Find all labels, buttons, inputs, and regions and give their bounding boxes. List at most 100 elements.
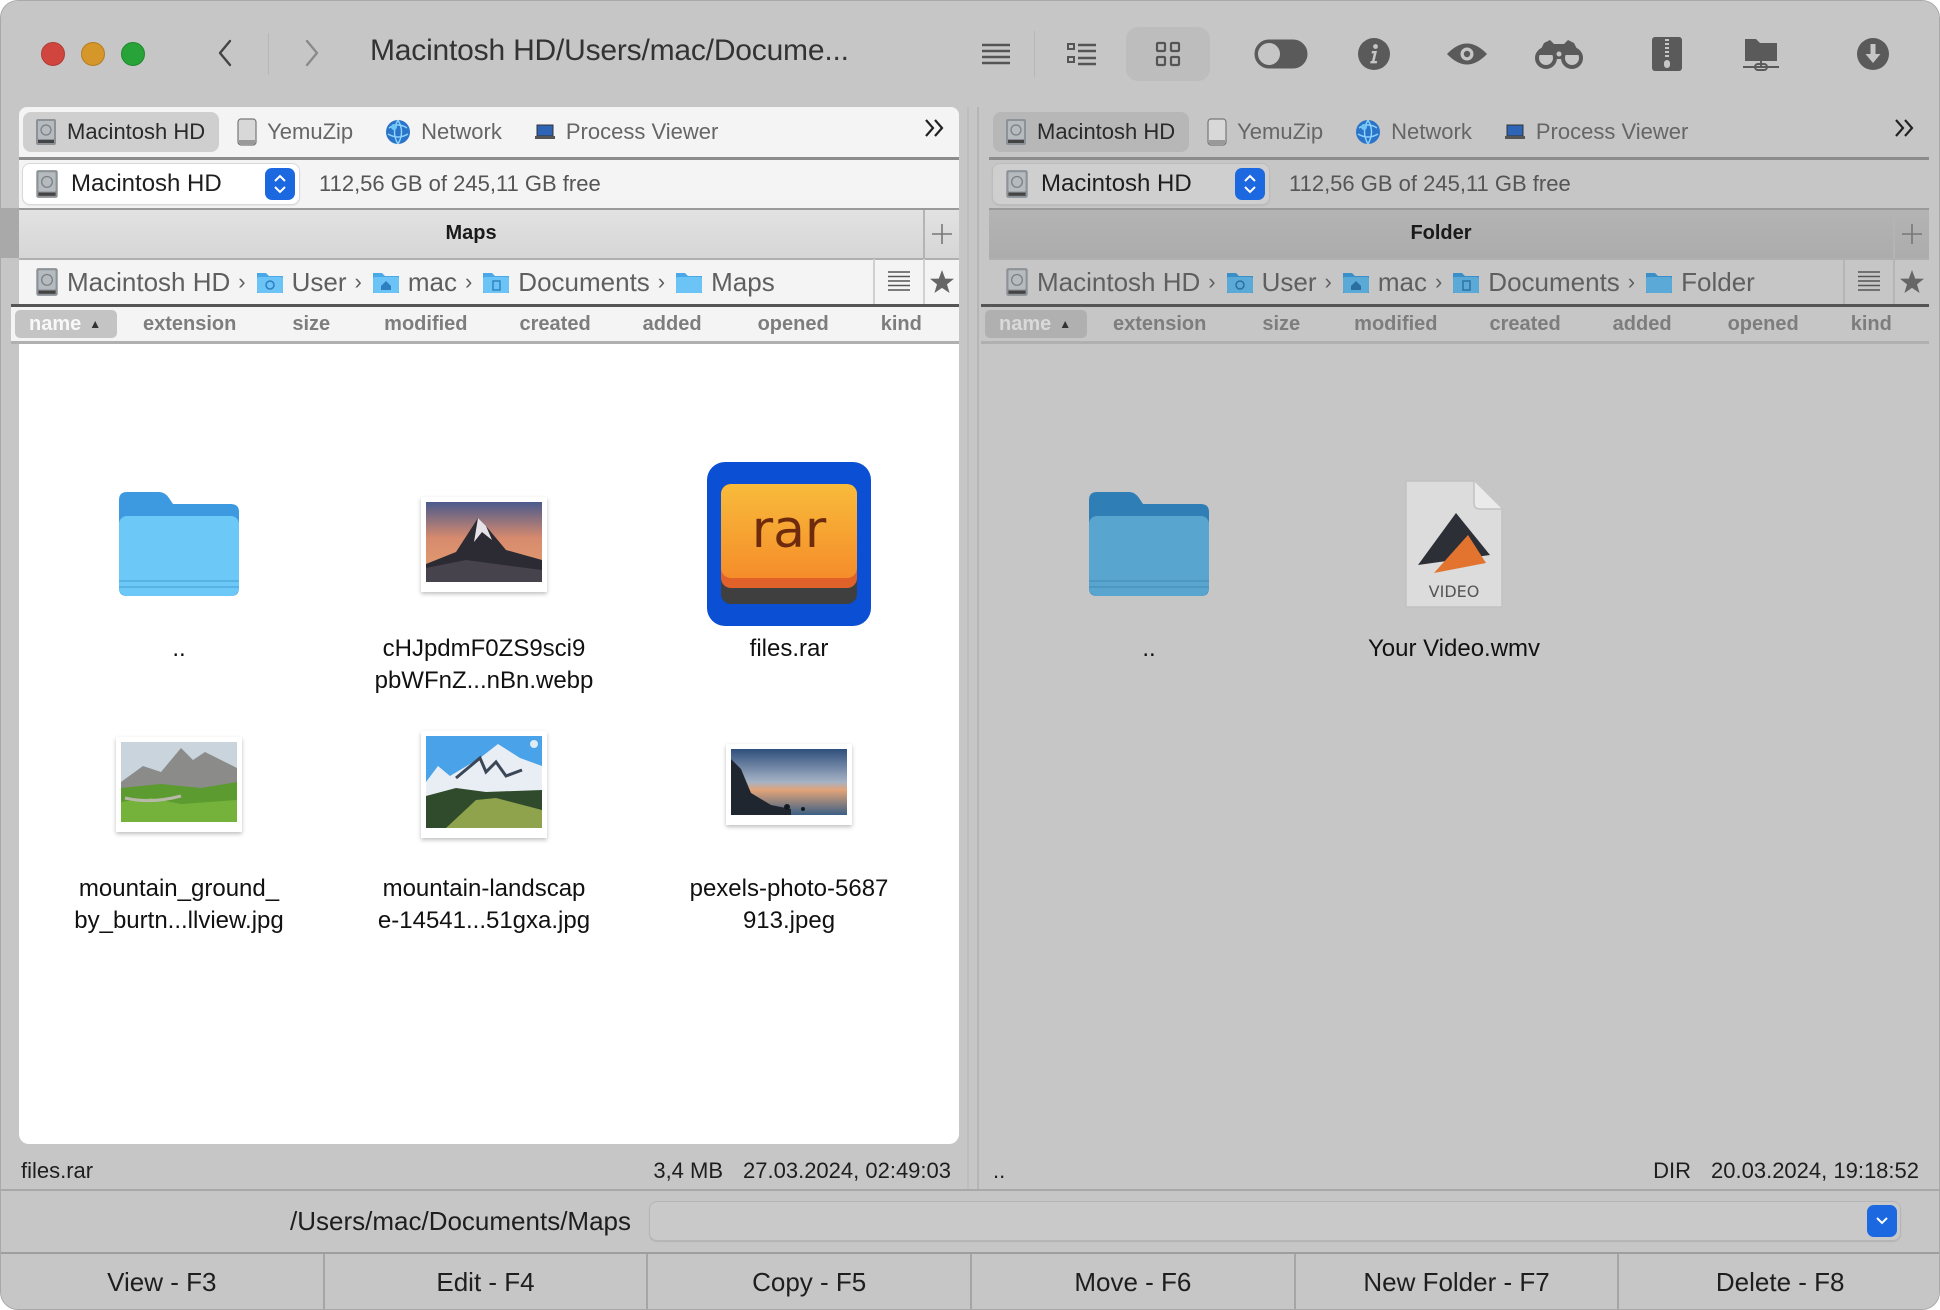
file-name-line: mountain-landscap <box>382 875 586 902</box>
column-extension[interactable]: extension <box>1113 313 1206 336</box>
file-item-jpeg[interactable]: pexels-photo-5687 913.jpeg <box>649 699 929 937</box>
free-space-label: 112,56 GB of 245,11 GB free <box>1289 171 1571 196</box>
delete-button[interactable]: Delete - F8 <box>1619 1254 1939 1309</box>
tab-process-viewer[interactable]: Process Viewer <box>522 112 732 152</box>
file-item-jpg[interactable]: mountain_ground_ by_burtn...llview.jpg <box>39 699 319 937</box>
column-added[interactable]: added <box>643 313 702 336</box>
breadcrumb-documents[interactable]: Documents <box>1452 267 1620 298</box>
column-extension[interactable]: extension <box>143 313 236 336</box>
column-name[interactable]: name ▲ <box>15 310 117 338</box>
breadcrumb-macintosh-hd[interactable]: Macintosh HD <box>35 267 230 298</box>
breadcrumb-label: Folder <box>1681 266 1755 297</box>
toggle-hidden-files-button[interactable] <box>1253 27 1309 81</box>
find-button[interactable] <box>1533 27 1585 81</box>
new-tab-button[interactable] <box>923 210 959 258</box>
drive-stepper[interactable] <box>1235 168 1265 200</box>
image-thumbnail <box>649 699 929 869</box>
file-name: cHJpdmF0ZS9sci9 pbWFnZ...nBn.webp <box>344 633 624 697</box>
column-label: name <box>29 312 82 335</box>
tab-label: Macintosh HD <box>1037 119 1176 144</box>
breadcrumb-mac[interactable]: mac <box>372 267 457 298</box>
history-button[interactable] <box>1843 259 1893 305</box>
tab-macintosh-hd[interactable]: Macintosh HD <box>993 112 1190 152</box>
tab-yemuzip[interactable]: YemuZip <box>1195 112 1337 152</box>
minimize-window-button[interactable] <box>81 42 105 66</box>
forward-button[interactable] <box>292 33 332 73</box>
column-added[interactable]: added <box>1613 313 1672 336</box>
column-kind[interactable]: kind <box>881 313 922 336</box>
left-column-header: name ▲ extension size modified created ad… <box>11 304 959 344</box>
archive-button[interactable] <box>1651 27 1683 81</box>
column-created[interactable]: created <box>520 313 591 336</box>
breadcrumb-label: Maps <box>711 266 775 297</box>
history-button[interactable] <box>873 259 923 305</box>
column-size[interactable]: size <box>292 313 330 336</box>
copy-button[interactable]: Copy - F5 <box>648 1254 973 1309</box>
edit-button[interactable]: Edit - F4 <box>324 1254 649 1309</box>
new-tab-button[interactable] <box>1893 210 1929 258</box>
column-modified[interactable]: modified <box>384 313 467 336</box>
command-history-dropdown[interactable] <box>1867 1205 1897 1237</box>
left-drive-bar: Macintosh HD 112,56 GB of 245,11 GB free <box>19 160 959 208</box>
favorites-button[interactable] <box>923 259 959 305</box>
column-name[interactable]: name ▲ <box>985 310 1087 338</box>
tab-yemuzip[interactable]: YemuZip <box>225 112 367 152</box>
more-tabs-button[interactable] <box>1893 115 1915 146</box>
breadcrumb-label: User <box>1261 266 1317 297</box>
breadcrumb-macintosh-hd[interactable]: Macintosh HD <box>1005 267 1200 298</box>
more-tabs-button[interactable] <box>923 115 945 146</box>
breadcrumb-separator: › <box>1434 269 1443 294</box>
breadcrumb-users[interactable]: User <box>1226 267 1317 298</box>
favorites-button[interactable] <box>1893 259 1929 305</box>
detailed-view-button[interactable] <box>1061 27 1103 81</box>
sort-ascending-icon: ▲ <box>1059 317 1072 331</box>
drive-selector[interactable]: Macintosh HD <box>993 164 1269 204</box>
file-item-rar-selected[interactable]: rar files.rar <box>649 459 929 665</box>
file-item-parent[interactable]: .. <box>1009 459 1289 665</box>
new-folder-button[interactable]: New Folder - F7 <box>1295 1254 1620 1309</box>
quick-look-button[interactable] <box>1444 27 1490 81</box>
file-item-webp[interactable]: cHJpdmF0ZS9sci9 pbWFnZ...nBn.webp <box>344 459 624 697</box>
view-button[interactable]: View - F3 <box>1 1254 325 1309</box>
column-modified[interactable]: modified <box>1354 313 1437 336</box>
back-button[interactable] <box>205 33 245 73</box>
documents-folder-icon <box>482 270 510 294</box>
download-arrow-icon <box>1857 38 1889 70</box>
thumbnail-view-button[interactable] <box>1126 27 1210 81</box>
zoom-window-button[interactable] <box>121 42 145 66</box>
breadcrumb-mac[interactable]: mac <box>1342 267 1427 298</box>
column-opened[interactable]: opened <box>1728 313 1799 336</box>
breadcrumb-current-folder[interactable]: Folder <box>1645 267 1755 298</box>
network-connect-button[interactable] <box>1741 27 1781 81</box>
breadcrumb-label: Macintosh HD <box>67 266 231 297</box>
file-item-parent[interactable]: .. <box>39 459 319 665</box>
zip-archive-icon <box>1652 37 1682 71</box>
column-opened[interactable]: opened <box>758 313 829 336</box>
command-input[interactable] <box>649 1201 1901 1241</box>
file-item-video[interactable]: VIDEO Your Video.wmv <box>1314 459 1594 665</box>
hard-drive-icon <box>1005 267 1029 297</box>
file-item-jpg[interactable]: mountain-landscap e-14541...51gxa.jpg <box>344 699 624 937</box>
column-created[interactable]: created <box>1490 313 1561 336</box>
hard-drive-icon <box>1005 118 1027 146</box>
drive-stepper[interactable] <box>265 168 295 200</box>
column-size[interactable]: size <box>1262 313 1300 336</box>
breadcrumb-current-folder[interactable]: Maps <box>675 267 775 298</box>
move-button[interactable]: Move - F6 <box>972 1254 1296 1309</box>
folder-title: Maps <box>445 222 497 244</box>
drive-selector[interactable]: Macintosh HD <box>23 164 299 204</box>
right-folder-header: Folder <box>989 208 1929 258</box>
breadcrumb-users[interactable]: User <box>256 267 347 298</box>
tab-network[interactable]: Network <box>1343 112 1486 152</box>
info-button[interactable] <box>1356 27 1392 81</box>
file-name: mountain_ground_ by_burtn...llview.jpg <box>39 873 319 937</box>
brief-view-button[interactable] <box>976 27 1016 81</box>
tab-process-viewer[interactable]: Process Viewer <box>1492 112 1702 152</box>
download-button[interactable] <box>1855 27 1891 81</box>
left-status-bar: files.rar 3,4 MB 27.03.2024, 02:49:03 <box>21 1151 951 1191</box>
column-kind[interactable]: kind <box>1851 313 1892 336</box>
tab-macintosh-hd[interactable]: Macintosh HD <box>23 112 220 152</box>
breadcrumb-documents[interactable]: Documents <box>482 267 650 298</box>
tab-network[interactable]: Network <box>373 112 516 152</box>
close-window-button[interactable] <box>41 42 65 66</box>
